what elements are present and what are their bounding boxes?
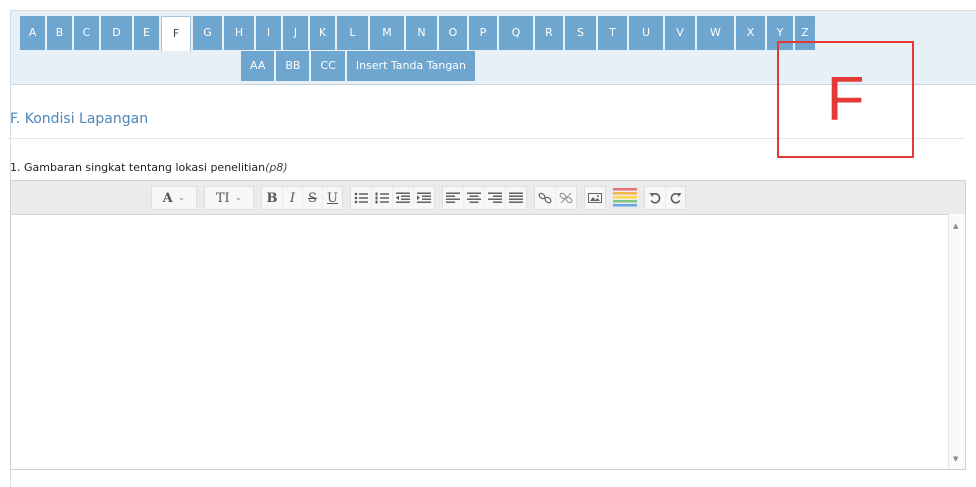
editor-toolbar: A ⌄ TI ⌄ B I S U (11, 181, 965, 215)
chevron-down-icon: ⌄ (234, 193, 243, 203)
tab-s[interactable]: S (565, 16, 596, 50)
strikethrough-icon: S (308, 190, 317, 206)
align-justify-button[interactable] (505, 187, 526, 209)
section-stamp-letter: F (826, 65, 865, 134)
image-icon (588, 193, 602, 203)
insert-image-button[interactable] (585, 187, 605, 209)
underline-icon: U (327, 190, 338, 206)
link-icon (538, 192, 552, 204)
tab-aa[interactable]: AA (241, 51, 275, 81)
color-palette-icon (613, 188, 637, 207)
editor-content-area[interactable] (11, 214, 948, 469)
section-title: F. Kondisi Lapangan (10, 111, 149, 127)
outdent-button[interactable] (392, 187, 413, 209)
italic-icon: I (289, 190, 296, 206)
question-label: 1. Gambaran singkat tentang lokasi penel… (10, 161, 288, 174)
question-ref: (p8) (265, 161, 288, 174)
align-center-icon (467, 192, 481, 203)
tab-n[interactable]: N (406, 16, 437, 50)
align-left-button[interactable] (443, 187, 463, 209)
tab-x[interactable]: X (736, 16, 765, 50)
font-size-label: TI (215, 190, 230, 206)
unlink-button[interactable] (555, 187, 576, 209)
indent-button[interactable] (413, 187, 434, 209)
tab-cc[interactable]: CC (311, 51, 345, 81)
tab-d[interactable]: D (101, 16, 132, 50)
align-right-button[interactable] (484, 187, 505, 209)
text-color-button[interactable] (613, 187, 637, 209)
font-family-dropdown[interactable]: A ⌄ (152, 187, 196, 209)
numbered-list-button[interactable] (371, 187, 392, 209)
font-family-label: A (162, 190, 173, 206)
tab-m[interactable]: M (370, 16, 404, 50)
section-stamp-box: F (777, 41, 914, 158)
tab-bb[interactable]: BB (276, 51, 310, 81)
bullet-list-button[interactable] (351, 187, 371, 209)
chevron-down-icon: ⌄ (177, 193, 186, 203)
underline-button[interactable]: U (322, 187, 342, 209)
undo-icon (649, 193, 661, 204)
outdent-icon (396, 192, 410, 203)
tab-t[interactable]: T (598, 16, 627, 50)
tab-j[interactable]: J (283, 16, 308, 50)
tab-p[interactable]: P (469, 16, 497, 50)
tab-q[interactable]: Q (499, 16, 533, 50)
scroll-up-icon[interactable]: ▲ (953, 222, 958, 230)
tab-b[interactable]: B (47, 16, 72, 50)
align-justify-icon (509, 192, 523, 203)
align-right-icon (488, 192, 502, 203)
question-text: 1. Gambaran singkat tentang lokasi penel… (10, 161, 266, 174)
tab-insert-tanda-tangan[interactable]: Insert Tanda Tangan (346, 51, 476, 81)
editor-scrollbar[interactable]: ▲ ▼ (948, 214, 965, 469)
align-left-icon (446, 192, 460, 203)
tab-i[interactable]: I (256, 16, 281, 50)
tab-a[interactable]: A (20, 16, 45, 50)
section-tabs-row-1: ABCDEFGHIJKLMNOPQRSTUVWXYZ (20, 16, 817, 51)
bullet-list-icon (354, 192, 368, 204)
align-center-button[interactable] (463, 187, 484, 209)
italic-button[interactable]: I (282, 187, 302, 209)
undo-button[interactable] (645, 187, 665, 209)
tab-f[interactable]: F (161, 16, 191, 51)
tab-l[interactable]: L (337, 16, 368, 50)
redo-button[interactable] (665, 187, 685, 209)
tab-r[interactable]: R (535, 16, 563, 50)
tab-e[interactable]: E (134, 16, 159, 50)
numbered-list-icon (375, 192, 389, 204)
tab-w[interactable]: W (697, 16, 734, 50)
indent-icon (417, 192, 431, 203)
bold-button[interactable]: B (262, 187, 282, 209)
scroll-down-icon[interactable]: ▼ (953, 455, 958, 463)
unlink-icon (559, 192, 573, 204)
tab-g[interactable]: G (193, 16, 222, 50)
tab-o[interactable]: O (439, 16, 467, 50)
bold-icon: B (266, 190, 278, 206)
tab-u[interactable]: U (629, 16, 663, 50)
tab-c[interactable]: C (74, 16, 99, 50)
redo-icon (670, 193, 681, 204)
insert-link-button[interactable] (535, 187, 555, 209)
rich-text-editor: A ⌄ TI ⌄ B I S U ▲ ▼ (10, 180, 966, 470)
section-tabs-row-2: AA BB CC Insert Tanda Tangan (241, 51, 477, 81)
font-size-dropdown[interactable]: TI ⌄ (205, 187, 253, 209)
tab-v[interactable]: V (665, 16, 695, 50)
tab-h[interactable]: H (224, 16, 254, 50)
strikethrough-button[interactable]: S (302, 187, 322, 209)
tab-k[interactable]: K (310, 16, 335, 50)
